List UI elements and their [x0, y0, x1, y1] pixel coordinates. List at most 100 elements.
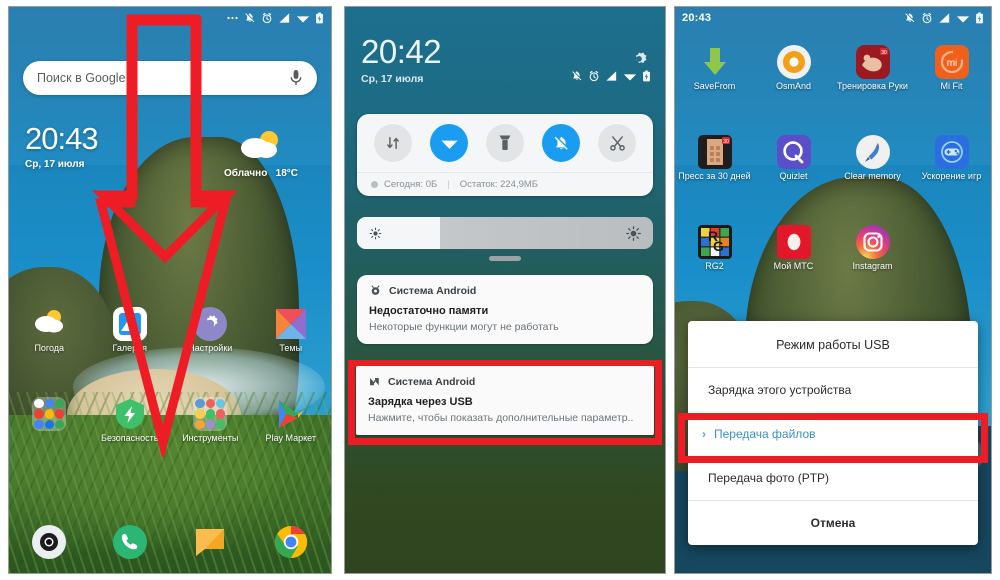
wifi-icon — [623, 70, 637, 82]
drawer-row-3: RG RG2 Мой МТС Instagram — [675, 225, 991, 271]
partly-cloudy-icon — [235, 129, 287, 161]
silent-toggle[interactable] — [542, 124, 580, 162]
search-input[interactable]: Поиск в Google — [37, 71, 289, 85]
weather-app-icon — [32, 307, 66, 341]
google-search-bar[interactable]: Поиск в Google — [23, 61, 317, 95]
drawer-row-2: 30 Пресс за 30 дней Quizlet Clear memory — [675, 135, 991, 181]
usage-separator: | — [447, 179, 450, 190]
dock-phone[interactable] — [90, 525, 171, 559]
app-clear-memory[interactable]: Clear memory — [833, 135, 912, 181]
shade-drag-handle[interactable] — [489, 256, 521, 261]
app-mi-fit[interactable]: mi Mi Fit — [912, 45, 991, 91]
dialog-option-label: Передача фото (PTP) — [708, 471, 830, 485]
phone-panel-shade: 20:42 Ср, 17 июля Сегодня: 0Б | Остаток:… — [344, 6, 666, 574]
savefrom-icon — [698, 45, 732, 79]
microphone-icon[interactable] — [289, 69, 303, 87]
battery-charging-icon — [315, 12, 324, 24]
app-rg2[interactable]: RG RG2 — [675, 225, 754, 271]
android-system-icon — [369, 284, 382, 297]
dock-camera[interactable] — [9, 525, 90, 559]
app-press-za-30-dney[interactable]: 30 Пресс за 30 дней — [675, 135, 754, 181]
data-usage-footer[interactable]: Сегодня: 0Б | Остаток: 224,9МБ — [357, 172, 653, 196]
osmand-icon — [776, 45, 811, 79]
drawer-row-1: SaveFrom OsmAnd 30 Тренировка Руки mi Mi… — [675, 45, 991, 91]
signal-icon — [938, 12, 951, 24]
mobile-data-toggle[interactable] — [374, 124, 412, 162]
dock-chrome[interactable] — [251, 525, 332, 559]
app-quizlet[interactable]: Quizlet — [754, 135, 833, 181]
svg-text:G: G — [713, 238, 724, 254]
camera-icon — [32, 525, 67, 559]
google-folder-icon — [32, 397, 67, 431]
app-label: OsmAnd — [775, 81, 811, 91]
brightness-slider[interactable] — [357, 217, 653, 249]
mts-icon — [776, 225, 811, 259]
weather-widget[interactable]: Облачно 18°C — [201, 129, 321, 179]
shade-date: Ср, 17 июля — [361, 73, 424, 85]
wifi-toggle[interactable] — [430, 124, 468, 162]
app-nastroyki[interactable]: Настройки — [170, 307, 251, 353]
brightness-low-icon — [369, 227, 382, 240]
notification-card-usb[interactable]: Система Android Зарядка через USB Нажмит… — [356, 366, 654, 435]
app-label: Мой МТС — [773, 261, 814, 271]
dock — [9, 525, 331, 559]
app-trenirovka-ruki[interactable]: 30 Тренировка Руки — [833, 45, 912, 91]
screenshot-stage: Поиск в Google 20:43 Ср, 17 июля Облачно… — [0, 0, 1000, 580]
app-label: Clear memory — [844, 171, 901, 181]
app-label: Безопасность — [101, 433, 159, 443]
chrome-icon — [274, 525, 308, 559]
app-google-folder[interactable] — [9, 397, 90, 443]
messages-icon — [193, 525, 227, 559]
wifi-icon — [956, 12, 970, 24]
app-row-1: Погода Галерея Настройки Темы — [9, 307, 331, 353]
flashlight-toggle[interactable] — [486, 124, 524, 162]
wifi-icon — [296, 12, 310, 24]
quizlet-icon — [776, 135, 811, 169]
abs-workout-icon: 30 — [697, 135, 732, 169]
phone-panel-usb-dialog: 20:43 SaveFrom OsmAnd 30 Тренировка Руки… — [674, 6, 992, 574]
app-pogoda[interactable]: Погода — [9, 307, 90, 353]
notification-app-row: Система Android — [368, 375, 642, 388]
settings-icon — [193, 307, 228, 341]
usage-dot-icon — [371, 181, 378, 188]
app-instrumenty[interactable]: Инструменты — [170, 397, 251, 443]
screenshot-toggle[interactable] — [598, 124, 636, 162]
app-play-market[interactable]: Play Маркет — [251, 397, 332, 443]
clock-widget[interactable]: 20:43 Ср, 17 июля — [25, 123, 99, 170]
app-temy[interactable]: Темы — [251, 307, 332, 353]
app-instagram[interactable]: Instagram — [833, 225, 912, 271]
settings-gear-icon[interactable] — [629, 49, 649, 69]
clear-memory-icon — [855, 135, 890, 169]
dialog-cancel-button[interactable]: Отмена — [688, 501, 978, 545]
notification-title: Недостаточно памяти — [369, 305, 489, 317]
phone-icon — [112, 525, 147, 559]
bell-off-icon — [244, 12, 256, 24]
svg-text:30: 30 — [723, 139, 729, 145]
app-osmand[interactable]: OsmAnd — [754, 45, 833, 91]
usage-today: Сегодня: 0Б — [384, 179, 438, 190]
notification-body: Нажмите, чтобы показать дополнительные п… — [368, 412, 634, 424]
dialog-option-charging[interactable]: Зарядка этого устройства — [688, 368, 978, 412]
app-label: Темы — [279, 343, 303, 353]
dock-messages[interactable] — [170, 525, 251, 559]
notification-card-memory[interactable]: Система Android Недостаточно памяти Неко… — [357, 275, 653, 344]
phone-panel-home: Поиск в Google 20:43 Ср, 17 июля Облачно… — [8, 6, 332, 574]
shade-header: 20:42 Ср, 17 июля — [361, 35, 442, 85]
app-label: RG2 — [705, 261, 724, 271]
app-bezopasnost[interactable]: Безопасность — [90, 397, 171, 443]
shade-status-icons — [571, 70, 651, 82]
app-label: Настройки — [188, 343, 233, 353]
app-galereya[interactable]: Галерея — [90, 307, 171, 353]
notification-app-name: Система Android — [389, 284, 477, 297]
weather-temperature: 18°C — [275, 168, 298, 179]
arm-workout-icon: 30 — [855, 45, 890, 79]
app-label: Ускорение игр — [921, 171, 982, 181]
brightness-high-icon — [626, 225, 641, 241]
dialog-option-label: Зарядка этого устройства — [708, 383, 852, 397]
app-savefrom[interactable]: SaveFrom — [675, 45, 754, 91]
app-label: Instagram — [852, 261, 893, 271]
app-label: Галерея — [112, 343, 147, 353]
app-uskorenie-igr[interactable]: Ускорение игр — [912, 135, 991, 181]
app-moy-mts[interactable]: Мой МТС — [754, 225, 833, 271]
tools-folder-icon — [193, 397, 228, 431]
